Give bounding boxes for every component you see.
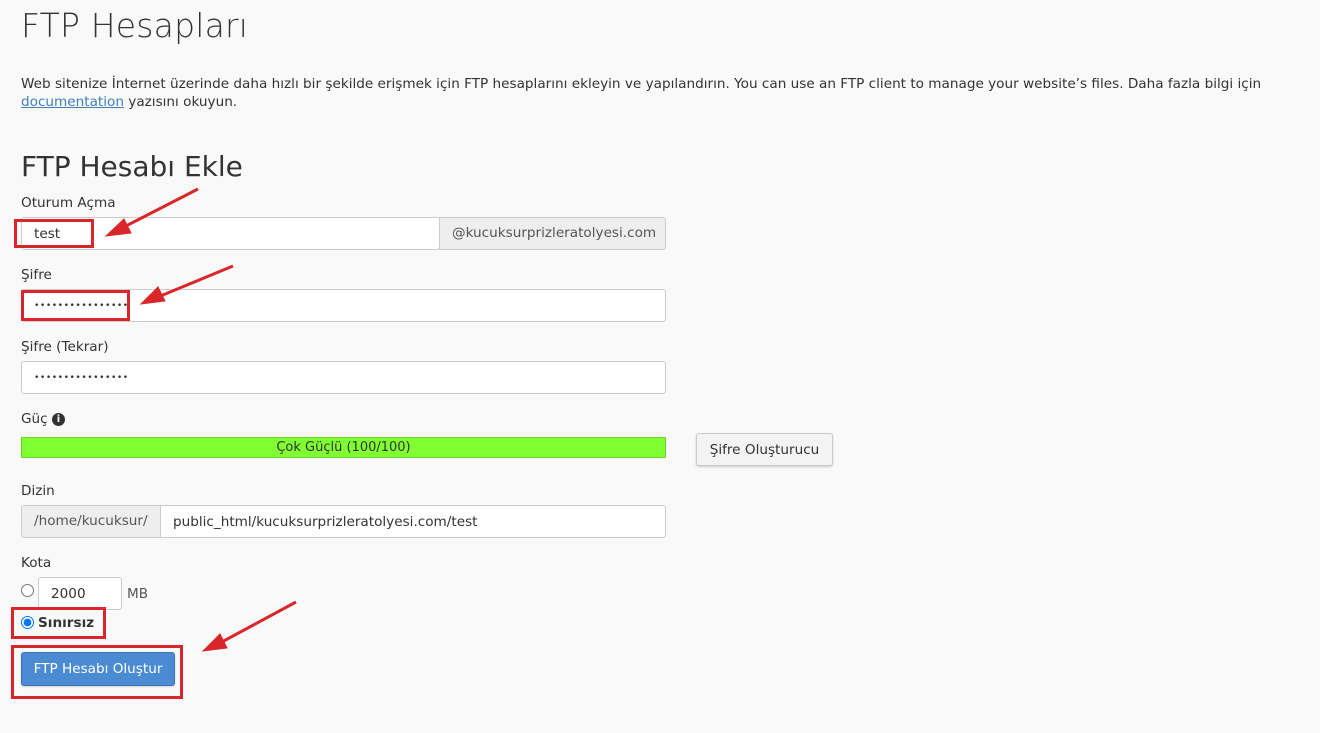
arrow-login-line	[121, 187, 199, 230]
annotation-arrows	[104, 187, 297, 652]
arrow-submit-line	[219, 600, 297, 645]
arrow-password-line	[157, 264, 234, 299]
arrow-login-head	[104, 218, 132, 237]
arrow-submit-head	[201, 633, 228, 652]
arrow-password-head	[139, 286, 166, 305]
